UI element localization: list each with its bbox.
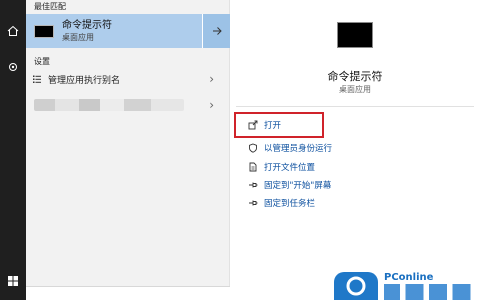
expand-arrow-button[interactable] (202, 14, 230, 48)
pconline-watermark: PConline (334, 270, 480, 300)
open-file-location-label: 打开文件位置 (264, 163, 316, 173)
best-match-title: 命令提示符 (62, 19, 112, 31)
home-icon[interactable] (0, 20, 26, 42)
pin-to-taskbar-label: 固定到任务栏 (264, 199, 316, 209)
watermark-chinese-text (384, 284, 474, 300)
best-match-heading: 最佳匹配 (34, 2, 66, 11)
best-match-subtitle: 桌面应用 (62, 32, 94, 42)
app-subtitle: 桌面应用 (339, 85, 371, 94)
command-prompt-large-icon (337, 22, 373, 48)
arrow-right-icon (212, 27, 222, 35)
pin-to-start-action[interactable]: 固定到"开始"屏幕 (248, 178, 331, 192)
open-icon (248, 120, 258, 130)
run-as-admin-label: 以管理员身份运行 (264, 144, 333, 154)
app-title: 命令提示符 (327, 70, 383, 83)
list-settings-icon (26, 74, 48, 84)
settings-item-label: 管理应用执行别名 (48, 75, 121, 86)
gear-icon[interactable] (0, 56, 26, 78)
app-detail-panel: 命令提示符 桌面应用 打开 以管理员身份运行 打开文件位置 固定到"开始"屏幕 … (230, 0, 480, 300)
pin-to-start-label: 固定到"开始"屏幕 (264, 181, 332, 191)
divider (236, 106, 474, 107)
pin-to-taskbar-action[interactable]: 固定到任务栏 (248, 196, 315, 210)
pin-icon (249, 182, 258, 188)
file-location-icon (249, 162, 257, 172)
shield-icon (249, 143, 257, 153)
chevron-right-icon: › (209, 72, 214, 86)
best-match-main[interactable]: 命令提示符 桌面应用 (26, 14, 202, 48)
open-file-location-action[interactable]: 打开文件位置 (248, 160, 315, 174)
open-label: 打开 (264, 121, 282, 131)
run-as-admin-action[interactable]: 以管理员身份运行 (248, 141, 332, 155)
settings-item-app-alias[interactable]: 管理应用执行别名 › (26, 68, 230, 90)
chevron-right-icon: › (209, 98, 214, 112)
blurred-result-item[interactable]: › (26, 94, 230, 116)
windows-logo-icon[interactable] (0, 270, 26, 292)
command-prompt-icon (34, 24, 54, 38)
search-box[interactable] (26, 286, 230, 300)
search-results-panel: 最佳匹配 命令提示符 桌面应用 设置 管理应用执行别名 › › (26, 0, 230, 300)
open-action[interactable]: 打开 (248, 118, 281, 132)
blurred-text (34, 99, 184, 111)
best-match-item[interactable]: 命令提示符 桌面应用 (26, 14, 230, 48)
watermark-logo (334, 272, 378, 300)
start-side-strip (0, 0, 26, 300)
watermark-brand: PConline (384, 272, 434, 283)
pin-icon (249, 200, 258, 206)
settings-heading: 设置 (34, 57, 50, 66)
